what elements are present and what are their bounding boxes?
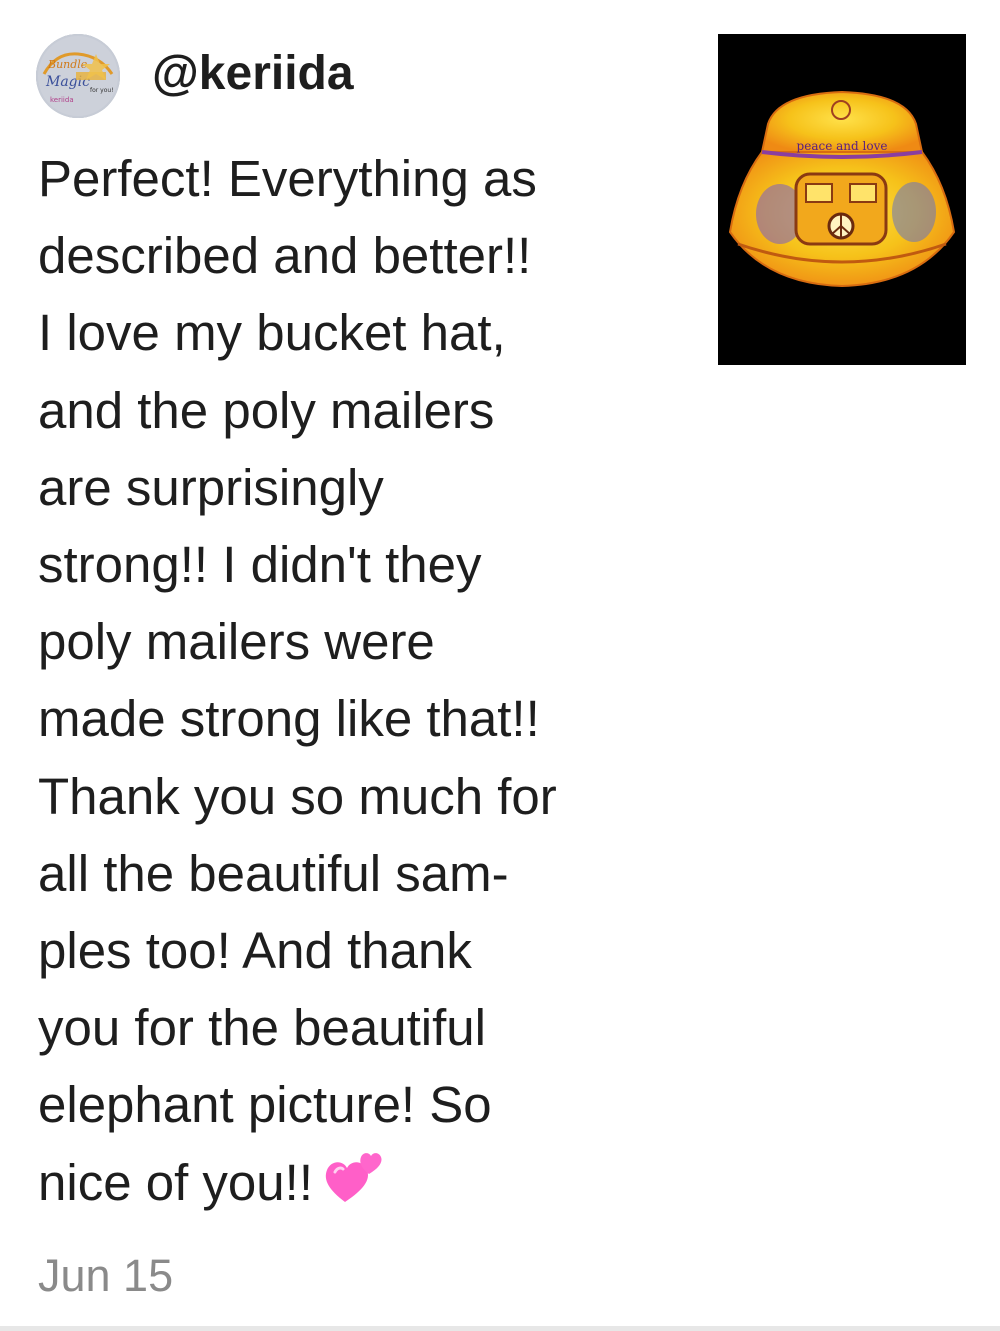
review-text: Perfect! Everything as described and bet… [38,140,688,1227]
product-thumbnail[interactable]: peace and love [718,34,966,365]
svg-text:for you!: for you! [90,87,114,94]
review-line: poly mailers were [38,613,435,671]
review-line: Perfect! Everything as [38,150,537,207]
svg-text:Bundle: Bundle [47,58,88,71]
review-line: made strong like that!! [38,690,540,748]
user-avatar[interactable]: Bundle Magic keriida for you! [36,34,120,118]
review-line: I love my bucket hat, [38,304,506,362]
bottom-divider [0,1326,1000,1331]
two-hearts-icon [323,1146,385,1227]
review-line: strong!! I didn't they [38,536,482,594]
review-line: nice of you!! [38,1153,313,1211]
hat-print-text: peace and love [797,139,888,153]
review-line: and the poly mailers [38,381,495,439]
review-line: ples too! And thank [38,922,472,980]
review-line-last: nice of you!! [38,1144,688,1227]
review-line: Thank you so much for [38,767,557,825]
svg-text:keriida: keriida [50,96,74,104]
review-line: all the beautiful sam- [38,844,509,902]
review-line: elephant picture! So [38,1076,492,1134]
shop-logo-avatar-icon: Bundle Magic keriida for you! [36,34,120,118]
review-card: Bundle Magic keriida for you! @keriida P… [0,0,1000,1331]
review-line: described and better!! [38,227,532,285]
bucket-hat-thumbnail: peace and love [718,34,966,365]
review-line: are surprisingly [38,458,384,516]
username-link[interactable]: @keriida [152,44,354,104]
review-line: you for the beautiful [38,999,486,1057]
review-date: Jun 15 [38,1250,174,1301]
